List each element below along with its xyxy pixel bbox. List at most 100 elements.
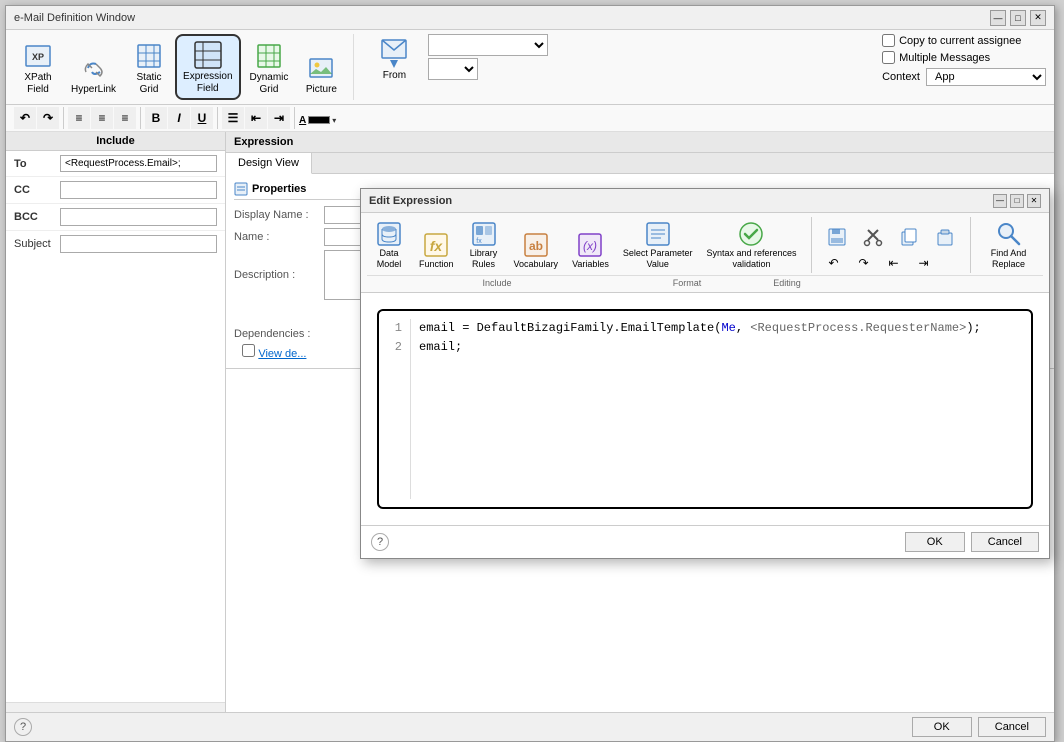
static-grid-btn[interactable]: StaticGrid: [125, 36, 173, 100]
to-label: To: [14, 158, 54, 170]
format-section-label: Format: [627, 278, 747, 288]
context-row: Context App: [882, 68, 1046, 86]
vocabulary-btn[interactable]: ab Vocabulary: [508, 228, 565, 273]
svg-text:ab: ab: [529, 239, 543, 253]
dialog-close-btn[interactable]: ✕: [1027, 194, 1041, 208]
fmt-outdent-icon: ⇤: [888, 256, 898, 270]
paste-icon: [934, 226, 956, 248]
display-name-label: Display Name :: [234, 209, 324, 221]
syntax-validation-icon: [737, 220, 765, 248]
hyperlink-btn[interactable]: HyperLink: [64, 48, 123, 100]
right-options: Copy to current assignee Multiple Messag…: [882, 34, 1046, 86]
fmt-undo-btn[interactable]: ↶: [820, 253, 848, 273]
list-btn[interactable]: ☰: [222, 107, 244, 129]
from-btn[interactable]: From: [370, 34, 418, 86]
context-select[interactable]: App: [926, 68, 1046, 86]
find-replace-btn[interactable]: Find AndReplace: [979, 217, 1039, 273]
format-top-row: [820, 223, 962, 251]
fmt-redo-btn[interactable]: ↷: [850, 253, 878, 273]
window-title: e-Mail Definition Window: [14, 12, 135, 24]
format-bottom-row: ↶ ↷ ⇤ ⇥: [820, 253, 962, 273]
separator-3: [217, 107, 218, 129]
library-rules-label: LibraryRules: [470, 248, 498, 270]
save-icon: [826, 226, 848, 248]
find-replace-label: Find AndReplace: [991, 248, 1027, 270]
dialog-ok-btn[interactable]: OK: [905, 532, 965, 552]
library-rules-btn[interactable]: fx LibraryRules: [462, 217, 506, 273]
title-bar-controls: — □ ✕: [990, 10, 1046, 26]
code-editor[interactable]: 1 2 email = DefaultBizagiFamily.EmailTem…: [377, 309, 1033, 509]
picture-icon: [305, 52, 337, 84]
function-btn[interactable]: fx Function: [413, 228, 460, 273]
main-cancel-btn[interactable]: Cancel: [978, 717, 1046, 737]
dependencies-label: Dependencies :: [234, 328, 324, 340]
align-right-btn[interactable]: ≡: [114, 107, 136, 129]
align-center-btn[interactable]: ≡: [91, 107, 113, 129]
xpath-field-btn[interactable]: XP XPathField: [14, 36, 62, 100]
include-section-label: Include: [367, 278, 627, 288]
copy-format-btn[interactable]: [892, 223, 926, 251]
color-dropdown-arrow[interactable]: ▾: [332, 116, 336, 125]
save-format-btn[interactable]: [820, 223, 854, 251]
ribbon-fields-group: XP XPathField HyperLink: [14, 34, 354, 100]
dialog-maximize-btn[interactable]: □: [1010, 194, 1024, 208]
dynamic-grid-btn[interactable]: DynamicGrid: [243, 36, 296, 100]
indent-btn[interactable]: ⇥: [268, 107, 290, 129]
syntax-validation-btn[interactable]: Syntax and referencesvalidation: [700, 217, 802, 273]
main-cancel-label: Cancel: [995, 721, 1029, 733]
redo-btn[interactable]: ↷: [37, 107, 59, 129]
tab-area: Design View: [226, 153, 1054, 174]
separator-4: [294, 107, 295, 129]
copy-assignee-checkbox[interactable]: [882, 34, 895, 47]
left-scrollbar[interactable]: [6, 702, 225, 712]
code-editor-wrapper: 1 2 email = DefaultBizagiFamily.EmailTem…: [361, 293, 1049, 525]
font-select[interactable]: [428, 34, 548, 56]
dialog-ribbon: DataModel fx Function: [361, 213, 1049, 293]
multiple-messages-checkbox[interactable]: [882, 51, 895, 64]
cc-row: CC: [6, 177, 225, 204]
multiple-messages-label: Multiple Messages: [899, 52, 990, 64]
dialog-minimize-btn[interactable]: —: [993, 194, 1007, 208]
dialog-help-icon[interactable]: ?: [371, 533, 389, 551]
expression-field-icon: [192, 39, 224, 71]
ribbon-sep-1: [811, 217, 812, 273]
code-content[interactable]: email = DefaultBizagiFamily.EmailTemplat…: [419, 319, 1023, 499]
outdent-btn[interactable]: ⇤: [245, 107, 267, 129]
xpath-field-label: XPathField: [24, 72, 51, 96]
line-num-1: 1: [387, 319, 402, 338]
tab-design-view[interactable]: Design View: [226, 153, 312, 174]
view-dep-link[interactable]: View de...: [258, 348, 306, 360]
fmt-indent-btn[interactable]: ⇥: [910, 253, 938, 273]
underline-btn[interactable]: U: [191, 107, 213, 129]
font-size-select[interactable]: [428, 58, 478, 80]
description-label: Description :: [234, 269, 324, 281]
dialog-footer-buttons: OK Cancel: [905, 532, 1039, 552]
cc-input[interactable]: [60, 181, 217, 199]
expression-field-btn[interactable]: ExpressionField: [175, 34, 240, 100]
close-btn[interactable]: ✕: [1030, 10, 1046, 26]
variables-label: Variables: [572, 259, 609, 270]
subject-input[interactable]: Email notification: [60, 235, 217, 253]
main-help-icon[interactable]: ?: [14, 718, 32, 736]
maximize-btn[interactable]: □: [1010, 10, 1026, 26]
minimize-btn[interactable]: —: [990, 10, 1006, 26]
library-rules-icon: fx: [470, 220, 498, 248]
fmt-outdent-btn[interactable]: ⇤: [880, 253, 908, 273]
bcc-input[interactable]: [60, 208, 217, 226]
main-ok-btn[interactable]: OK: [912, 717, 972, 737]
variables-btn[interactable]: (x) Variables: [566, 228, 615, 273]
multiple-messages-row: Multiple Messages: [882, 51, 1046, 64]
select-param-btn[interactable]: Select ParameterValue: [617, 217, 699, 273]
data-model-btn[interactable]: DataModel: [367, 217, 411, 273]
cut-btn[interactable]: [856, 223, 890, 251]
view-dep-checkbox[interactable]: [242, 344, 255, 357]
align-left-btn[interactable]: ≡: [68, 107, 90, 129]
picture-btn[interactable]: Picture: [297, 48, 345, 100]
to-input[interactable]: [60, 155, 217, 172]
italic-btn[interactable]: I: [168, 107, 190, 129]
dialog-cancel-btn[interactable]: Cancel: [971, 532, 1039, 552]
color-picker[interactable]: A ▾: [299, 115, 336, 126]
bold-btn[interactable]: B: [145, 107, 167, 129]
paste-btn[interactable]: [928, 223, 962, 251]
undo-btn[interactable]: ↶: [14, 107, 36, 129]
